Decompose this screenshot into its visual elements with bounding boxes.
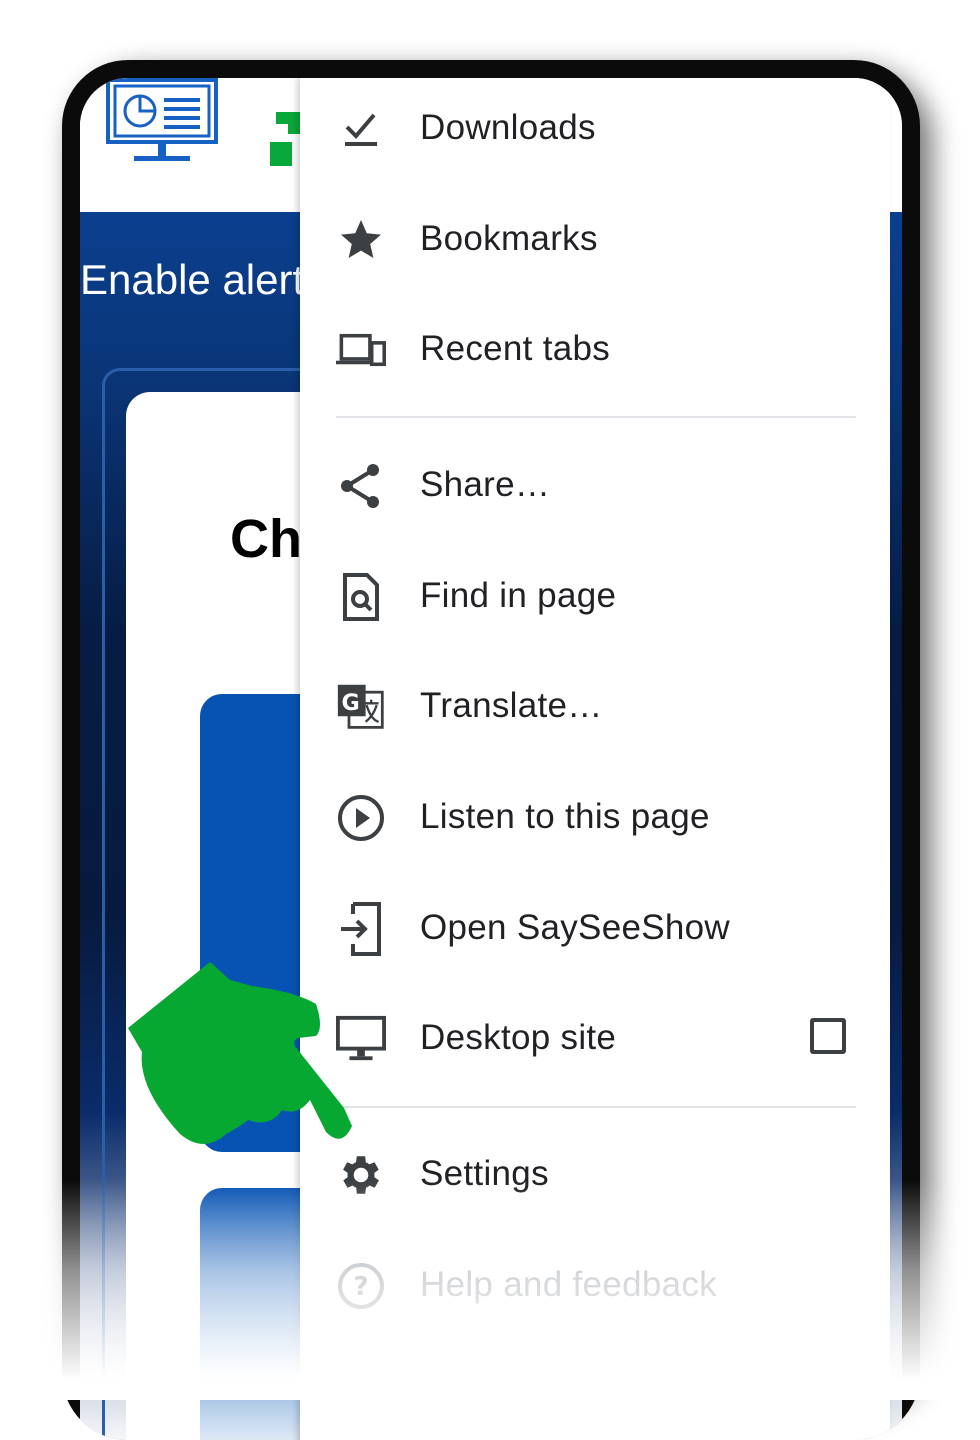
find-in-page-icon bbox=[336, 572, 386, 622]
card-heading: Ch bbox=[230, 509, 302, 569]
devices-icon bbox=[336, 325, 386, 375]
menu-item-label: Recent tabs bbox=[420, 329, 611, 368]
menu-item-help[interactable]: ? Help and feedback bbox=[300, 1235, 890, 1335]
menu-item-label: Help and feedback bbox=[420, 1265, 717, 1304]
menu-item-label: Share… bbox=[420, 465, 551, 504]
menu-item-label: Listen to this page bbox=[420, 797, 710, 836]
menu-item-settings[interactable]: Settings bbox=[300, 1124, 890, 1224]
site-logo-green-icon bbox=[270, 112, 300, 166]
desktop-site-checkbox[interactable] bbox=[810, 1018, 846, 1054]
share-icon bbox=[336, 461, 386, 511]
menu-item-label: Translate… bbox=[420, 686, 603, 725]
pointing-hand-icon bbox=[128, 962, 352, 1144]
phone-screen: Enable alert Ch Downloads Bookmarks Rece… bbox=[80, 78, 902, 1440]
menu-item-label: Settings bbox=[420, 1154, 549, 1193]
banner-title: Enable alert bbox=[80, 256, 305, 303]
browser-overflow-menu: Downloads Bookmarks Recent tabs Share… F… bbox=[300, 78, 890, 1440]
menu-item-share[interactable]: Share… bbox=[300, 435, 890, 535]
translate-icon: G bbox=[336, 682, 386, 732]
play-circle-icon bbox=[336, 793, 386, 843]
star-icon bbox=[336, 215, 386, 265]
menu-item-downloads[interactable]: Downloads bbox=[300, 78, 890, 178]
menu-divider bbox=[336, 416, 856, 418]
menu-item-translate[interactable]: G Translate… bbox=[300, 656, 890, 756]
menu-item-bookmarks[interactable]: Bookmarks bbox=[300, 189, 890, 289]
svg-text:?: ? bbox=[353, 1272, 368, 1302]
phone-frame: Enable alert Ch Downloads Bookmarks Rece… bbox=[62, 60, 920, 1440]
help-icon: ? bbox=[336, 1261, 386, 1311]
menu-item-desktop-site[interactable]: Desktop site bbox=[300, 988, 890, 1088]
svg-text:G: G bbox=[342, 690, 360, 716]
menu-item-open-app[interactable]: Open SaySeeShow bbox=[300, 878, 890, 978]
menu-item-find-in-page[interactable]: Find in page bbox=[300, 546, 890, 646]
menu-item-recent-tabs[interactable]: Recent tabs bbox=[300, 299, 890, 399]
menu-item-label: Downloads bbox=[420, 108, 596, 147]
menu-item-label: Find in page bbox=[420, 576, 617, 615]
menu-item-label: Bookmarks bbox=[420, 219, 598, 258]
menu-item-listen[interactable]: Listen to this page bbox=[300, 767, 890, 867]
download-done-icon bbox=[336, 104, 386, 154]
menu-item-label: Desktop site bbox=[420, 1018, 617, 1057]
menu-divider bbox=[336, 1106, 856, 1108]
open-in-app-icon bbox=[336, 902, 386, 956]
site-logo-monitor-icon bbox=[106, 78, 218, 161]
menu-item-label: Open SaySeeShow bbox=[420, 908, 730, 947]
